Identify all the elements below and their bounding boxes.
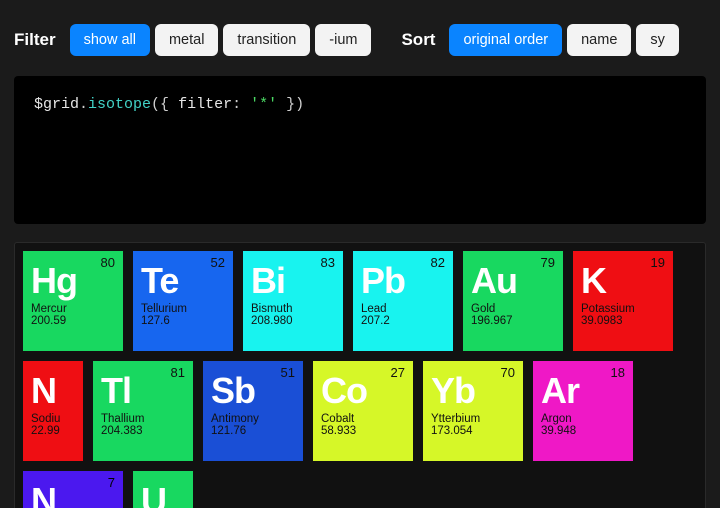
sort-original[interactable]: original order [449, 24, 562, 56]
element-weight: 22.99 [31, 425, 75, 437]
filter-label: Filter [14, 30, 56, 50]
element-name: Gold [471, 303, 555, 315]
element-name: Tellurium [141, 303, 225, 315]
code-open: ({ [151, 96, 169, 113]
element-weight: 196.967 [471, 315, 555, 327]
sort-buttons: original order name sy [449, 24, 678, 56]
element-weight: 39.0983 [581, 315, 665, 327]
element-cell-pb[interactable]: 82PbLead207.2 [353, 251, 453, 351]
element-cell-k[interactable]: 19KPotassium39.0983 [573, 251, 673, 351]
element-symbol: U [141, 483, 185, 508]
filter-show-all[interactable]: show all [70, 24, 150, 56]
element-number: 18 [611, 365, 625, 380]
element-cell-bi[interactable]: 83BiBismuth208.980 [243, 251, 343, 351]
element-number: 79 [541, 255, 555, 270]
element-symbol: N [31, 483, 115, 508]
code-dot: . [79, 96, 88, 113]
element-cell-au[interactable]: 79AuGold196.967 [463, 251, 563, 351]
element-weight: 204.383 [101, 425, 185, 437]
element-number: 80 [101, 255, 115, 270]
code-colon: : [232, 96, 250, 113]
element-cell-tl[interactable]: 81TlThallium204.383 [93, 361, 193, 461]
code-display: $grid.isotope({ filter: '*' }) [14, 76, 706, 224]
code-key: filter [178, 96, 232, 113]
element-cell-n[interactable]: N Sodiu22.99 [23, 361, 83, 461]
element-number: 19 [651, 255, 665, 270]
element-weight: 127.6 [141, 315, 225, 327]
element-number: 51 [281, 365, 295, 380]
filter-metal[interactable]: metal [155, 24, 218, 56]
element-cell-u[interactable]: UUrani238.0 [133, 471, 193, 508]
element-name: Antimony [211, 413, 295, 425]
element-name: Potassium [581, 303, 665, 315]
element-number: 7 [108, 475, 115, 490]
controls-bar: Filter show all metal transition -ium So… [0, 0, 720, 68]
element-weight: 173.054 [431, 425, 515, 437]
filter-transition[interactable]: transition [223, 24, 310, 56]
element-weight: 208.980 [251, 315, 335, 327]
element-cell-yb[interactable]: 70YbYtterbium173.054 [423, 361, 523, 461]
element-name: Cobalt [321, 413, 405, 425]
code-ident: $grid [34, 96, 79, 113]
element-weight: 121.76 [211, 425, 295, 437]
sort-sy[interactable]: sy [636, 24, 679, 56]
element-cell-co[interactable]: 27CoCobalt58.933 [313, 361, 413, 461]
element-weight: 58.933 [321, 425, 405, 437]
element-number: 52 [211, 255, 225, 270]
element-number: 27 [391, 365, 405, 380]
code-fn: isotope [88, 96, 151, 113]
filter-ium[interactable]: -ium [315, 24, 371, 56]
code-close: }) [286, 96, 304, 113]
element-number: 70 [501, 365, 515, 380]
sort-label: Sort [401, 30, 435, 50]
element-name: Argon [541, 413, 625, 425]
element-name: Ytterbium [431, 413, 515, 425]
element-number: 82 [431, 255, 445, 270]
element-name: Sodiu [31, 413, 75, 425]
element-name: Bismuth [251, 303, 335, 315]
isotope-grid: 80HgMercur200.5952TeTellurium127.683BiBi… [14, 242, 706, 508]
element-weight: 200.59 [31, 315, 115, 327]
element-cell-ar[interactable]: 18ArArgon39.948 [533, 361, 633, 461]
element-name: Mercur [31, 303, 115, 315]
sort-name[interactable]: name [567, 24, 631, 56]
element-cell-te[interactable]: 52TeTellurium127.6 [133, 251, 233, 351]
element-cell-n[interactable]: 7NNitrogen14.007 [23, 471, 123, 508]
element-number: 83 [321, 255, 335, 270]
element-cell-sb[interactable]: 51SbAntimony121.76 [203, 361, 303, 461]
code-str: '*' [250, 96, 277, 113]
filter-buttons: show all metal transition -ium [70, 24, 372, 56]
element-cell-hg[interactable]: 80HgMercur200.59 [23, 251, 123, 351]
element-symbol: N [31, 373, 75, 409]
element-number: 81 [171, 365, 185, 380]
element-name: Lead [361, 303, 445, 315]
element-name: Thallium [101, 413, 185, 425]
element-weight: 39.948 [541, 425, 625, 437]
element-weight: 207.2 [361, 315, 445, 327]
